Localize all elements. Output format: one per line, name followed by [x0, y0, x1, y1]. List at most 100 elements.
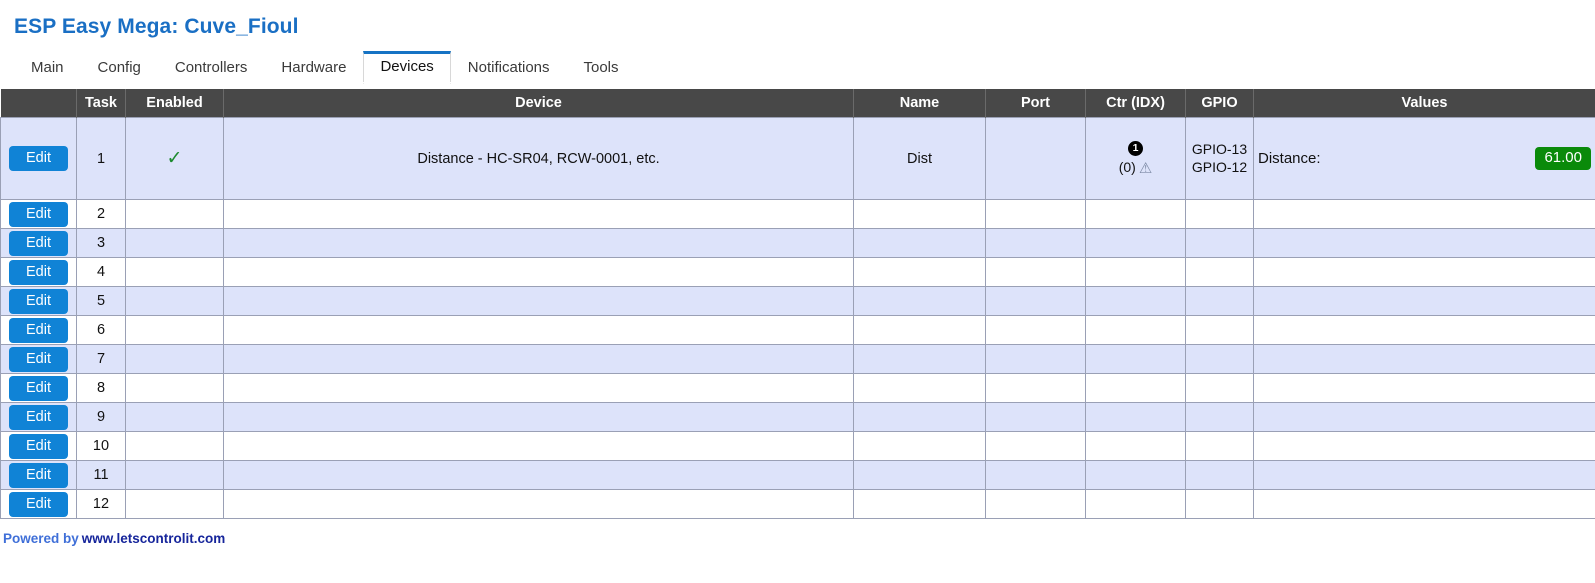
column-header-task: Task [76, 89, 126, 118]
edit-button[interactable]: Edit [9, 201, 68, 227]
cell-actions: Edit [0, 402, 77, 433]
cell-gpio [1185, 344, 1254, 375]
edit-button[interactable]: Edit [9, 375, 68, 401]
cell-actions: Edit [0, 286, 77, 317]
tab-tools[interactable]: Tools [567, 52, 636, 84]
cell-ctr-idx: 1 (0) ⚠ [1085, 117, 1186, 201]
cell-ctr-idx [1085, 315, 1186, 346]
cell-task: 12 [76, 489, 126, 520]
cell-task: 10 [76, 431, 126, 462]
edit-button[interactable]: Edit [9, 462, 68, 488]
cell-enabled [125, 489, 224, 520]
cell-values [1253, 402, 1595, 433]
column-header-actions [0, 89, 77, 118]
cell-task: 11 [76, 460, 126, 491]
value-row: Distance: 61.00 [1258, 147, 1591, 171]
column-header-values: Values [1253, 89, 1595, 118]
cell-actions: Edit [0, 228, 77, 259]
cell-task: 6 [76, 315, 126, 346]
tab-bar: Main Config Controllers Hardware Devices Noti… [0, 51, 1595, 85]
table-header-row: Task Enabled Device Name Port Ctr (IDX) … [0, 89, 1595, 118]
value-badge: 61.00 [1535, 147, 1591, 171]
footer: Powered by www.letscontrolit.com [0, 531, 1595, 546]
cell-enabled [125, 199, 224, 230]
cell-values [1253, 489, 1595, 520]
cell-ctr-idx [1085, 402, 1186, 433]
tab-hardware[interactable]: Hardware [264, 52, 363, 84]
table-row: Edit 4 [0, 257, 1595, 288]
tab-devices[interactable]: Devices [363, 51, 451, 85]
cell-port [985, 228, 1086, 259]
cell-name [853, 199, 986, 230]
cell-values [1253, 460, 1595, 491]
cell-ctr-idx [1085, 199, 1186, 230]
cell-port [985, 431, 1086, 462]
cell-values: Distance: 61.00 [1253, 117, 1595, 201]
tab-controllers[interactable]: Controllers [158, 52, 265, 84]
footer-powered-by: Powered by [3, 531, 79, 547]
cell-task: 1 [76, 117, 126, 201]
controller-number-icon: 1 [1128, 140, 1143, 156]
cell-name [853, 460, 986, 491]
cell-gpio [1185, 489, 1254, 520]
cell-port [985, 373, 1086, 404]
cell-name [853, 257, 986, 288]
tab-notifications[interactable]: Notifications [451, 52, 567, 84]
cell-name [853, 315, 986, 346]
cell-port [985, 257, 1086, 288]
cell-gpio [1185, 431, 1254, 462]
table-row: Edit 12 [0, 489, 1595, 520]
cell-actions: Edit [0, 489, 77, 520]
edit-button[interactable]: Edit [9, 433, 68, 459]
table-row: Edit 9 [0, 402, 1595, 433]
warning-icon: ⚠ [1138, 160, 1153, 178]
cell-device: Distance - HC-SR04, RCW-0001, etc. [223, 117, 854, 201]
edit-button[interactable]: Edit [9, 317, 68, 343]
cell-device [223, 431, 854, 462]
cell-enabled [125, 460, 224, 491]
cell-ctr-idx [1085, 286, 1186, 317]
cell-port [985, 489, 1086, 520]
cell-actions: Edit [0, 117, 77, 201]
edit-button[interactable]: Edit [9, 288, 68, 314]
cell-gpio [1185, 286, 1254, 317]
cell-enabled [125, 344, 224, 375]
tab-main[interactable]: Main [14, 52, 81, 84]
edit-button[interactable]: Edit [9, 259, 68, 285]
cell-enabled [125, 257, 224, 288]
cell-enabled [125, 373, 224, 404]
cell-values [1253, 373, 1595, 404]
cell-port [985, 199, 1086, 230]
cell-device [223, 489, 854, 520]
edit-button[interactable]: Edit [9, 491, 68, 517]
cell-actions: Edit [0, 315, 77, 346]
cell-device [223, 228, 854, 259]
edit-button[interactable]: Edit [9, 346, 68, 372]
tab-config[interactable]: Config [81, 52, 158, 84]
table-row: Edit 10 [0, 431, 1595, 462]
edit-button[interactable]: Edit [9, 404, 68, 430]
check-icon: ✓ [166, 148, 183, 170]
edit-button[interactable]: Edit [9, 146, 68, 172]
cell-gpio [1185, 402, 1254, 433]
cell-enabled [125, 228, 224, 259]
edit-button[interactable]: Edit [9, 230, 68, 256]
table-row: Edit 2 [0, 199, 1595, 230]
cell-ctr-idx [1085, 257, 1186, 288]
cell-ctr-idx [1085, 460, 1186, 491]
ctr-idx-value: (0) [1118, 159, 1136, 176]
cell-device [223, 257, 854, 288]
cell-values [1253, 257, 1595, 288]
footer-link-letscontrolit[interactable]: www.letscontrolit.com [82, 531, 226, 546]
cell-values [1253, 431, 1595, 462]
table-row: Edit 3 [0, 228, 1595, 259]
cell-actions: Edit [0, 199, 77, 230]
cell-gpio [1185, 460, 1254, 491]
cell-name [853, 286, 986, 317]
table-row: Edit 6 [0, 315, 1595, 346]
cell-device [223, 402, 854, 433]
column-header-enabled: Enabled [125, 89, 224, 118]
cell-port [985, 344, 1086, 375]
table-row: Edit 8 [0, 373, 1595, 404]
cell-values [1253, 344, 1595, 375]
